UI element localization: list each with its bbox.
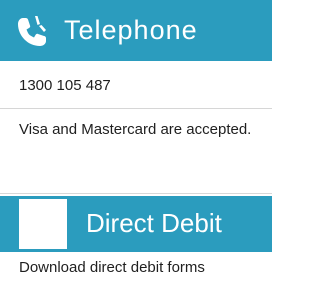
direct-debit-body: Download direct debit forms xyxy=(0,252,272,282)
telephone-header: Telephone xyxy=(0,0,272,61)
phone-icon xyxy=(18,16,46,46)
download-forms-link[interactable]: Download direct debit forms xyxy=(19,258,205,278)
telephone-title: Telephone xyxy=(64,15,198,45)
phone-number[interactable]: 1300 105 487 xyxy=(19,76,111,96)
divider xyxy=(0,108,272,109)
direct-debit-title: Direct Debit xyxy=(86,208,222,238)
blank-square-icon xyxy=(19,199,67,249)
telephone-body: 1300 105 487 Visa and Mastercard are acc… xyxy=(0,61,272,194)
direct-debit-header: Direct Debit xyxy=(0,196,272,252)
cards-accepted-note: Visa and Mastercard are accepted. xyxy=(19,121,252,138)
